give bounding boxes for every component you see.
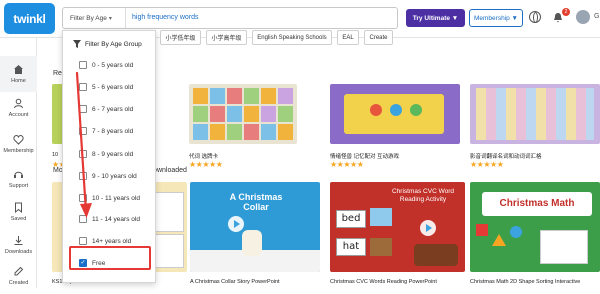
home-icon: [14, 65, 23, 74]
age-option-14-plus[interactable]: 14+ years old: [79, 237, 131, 245]
free-highlight-box: [69, 246, 151, 270]
resource-title[interactable]: 情绪怪兽 记忆配对 互动游戏: [330, 152, 399, 160]
checkbox[interactable]: [79, 61, 87, 69]
thumbnail-title: Christmas Math: [482, 192, 592, 216]
sidebar-item-membership[interactable]: Membership: [0, 126, 37, 162]
resource-title[interactable]: 10: [52, 152, 58, 158]
sidebar-item-account[interactable]: Account: [0, 90, 37, 126]
chip-lower-primary[interactable]: 小学低年级: [160, 30, 201, 45]
age-option-label: 10 - 11 years old: [92, 194, 140, 202]
thumbnail-title: Christmas CVC Word Reading Activity: [391, 188, 454, 203]
age-option-label: 9 - 10 years old: [92, 172, 137, 180]
notification-badge: 2: [562, 8, 570, 16]
chevron-down-icon: ▾: [108, 15, 112, 22]
age-option-label: 14+ years old: [92, 237, 132, 245]
age-option-6-7[interactable]: 6 - 7 years old: [79, 105, 133, 113]
age-option-label: 7 - 8 years old: [92, 127, 134, 135]
age-option-7-8[interactable]: 7 - 8 years old: [79, 127, 133, 135]
sidebar-item-label: Saved: [10, 216, 27, 222]
checkbox[interactable]: [79, 127, 87, 135]
resource-thumbnail[interactable]: [189, 84, 297, 144]
sidebar-item-label: Support: [8, 183, 29, 189]
resource-title[interactable]: 代词 选牌卡: [189, 152, 218, 160]
age-option-8-9[interactable]: 8 - 9 years old: [79, 150, 133, 158]
saved-icon: [15, 202, 22, 213]
resource-thumbnail[interactable]: Christmas CVC Word Reading Activity bed …: [330, 182, 465, 272]
sidebar-item-home[interactable]: Home: [0, 56, 37, 92]
filter-by-age-button[interactable]: Filter By Age ▾: [63, 8, 126, 28]
recent-section-heading: Re: [53, 70, 62, 77]
age-option-label: 11 - 14 years old: [92, 215, 140, 223]
checkbox[interactable]: [79, 83, 87, 91]
checkbox[interactable]: [79, 105, 87, 113]
filter-heading: Filter By Age Group: [73, 40, 142, 48]
twinkl-logo[interactable]: twinkl: [4, 3, 55, 34]
checkbox[interactable]: [79, 172, 87, 180]
globe-icon[interactable]: [529, 11, 541, 23]
account-icon: [14, 98, 23, 109]
age-option-label: 6 - 7 years old: [92, 105, 134, 113]
user-menu-truncated: G: [594, 13, 600, 20]
search-bar: Filter By Age ▾ high frequency words: [62, 7, 398, 29]
filter-icon: [73, 40, 81, 48]
support-icon: [14, 171, 23, 178]
downloads-icon: [14, 236, 23, 245]
chip-eal[interactable]: EAL: [337, 30, 359, 45]
sidebar-item-support[interactable]: Support: [0, 161, 37, 197]
age-option-9-10[interactable]: 9 - 10 years old: [79, 172, 137, 180]
avatar[interactable]: [576, 10, 590, 24]
membership-button[interactable]: Membership ▼: [469, 9, 523, 27]
try-ultimate-button[interactable]: Try Ultimate ▼: [406, 9, 465, 27]
age-option-5-6[interactable]: 5 - 6 years old: [79, 83, 133, 91]
filter-heading-label: Filter By Age Group: [85, 40, 142, 48]
checkbox[interactable]: [79, 215, 87, 223]
checkbox[interactable]: [79, 150, 87, 158]
age-option-0-5[interactable]: 0 - 5 years old: [79, 61, 133, 69]
chip-create[interactable]: Create: [364, 30, 393, 45]
star-rating: ★★★★★: [189, 160, 223, 169]
resource-thumbnail[interactable]: A Christmas Collar: [190, 182, 320, 272]
checkbox[interactable]: [79, 237, 87, 245]
age-option-label: 0 - 5 years old: [92, 61, 134, 69]
resource-thumbnail[interactable]: [470, 84, 600, 144]
sidebar-item-saved[interactable]: Saved: [0, 194, 37, 230]
age-option-label: 8 - 9 years old: [92, 150, 134, 158]
resource-thumbnail[interactable]: [330, 84, 460, 144]
sidebar-item-label: Home: [11, 78, 26, 84]
star-rating: ★★★★★: [470, 160, 504, 169]
age-option-11-14[interactable]: 11 - 14 years old: [79, 215, 140, 223]
cvc-word-card: bed: [336, 210, 366, 228]
chip-upper-primary[interactable]: 小学高年级: [206, 30, 247, 45]
sidebar-item-label: Membership: [3, 148, 34, 154]
checkbox[interactable]: [79, 194, 87, 202]
cvc-word-card: hat: [336, 238, 366, 256]
sidebar-item-created[interactable]: Created: [0, 258, 37, 294]
age-option-label: 5 - 6 years old: [92, 83, 134, 91]
resource-title[interactable]: A Christmas Collar Story PowerPoint: [190, 279, 280, 285]
sidebar-item-label: Created: [8, 280, 29, 286]
membership-icon: [13, 134, 24, 145]
search-input[interactable]: high frequency words: [126, 8, 199, 28]
created-icon: [14, 266, 24, 276]
thumbnail-title: A Christmas Collar: [229, 192, 283, 212]
chip-english-speaking-schools[interactable]: English Speaking Schools: [252, 30, 332, 45]
age-option-10-11[interactable]: 10 - 11 years old: [79, 194, 140, 202]
sidebar-item-label: Account: [8, 112, 29, 118]
filter-by-age-label: Filter By Age: [70, 14, 107, 22]
resource-title[interactable]: 影音词翻译名词和动词词汇格: [470, 152, 542, 160]
resource-title[interactable]: Christmas Math 2D Shape Sorting Interact…: [470, 279, 580, 285]
resource-thumbnail[interactable]: Christmas Math: [470, 182, 600, 272]
play-icon[interactable]: [228, 216, 244, 232]
play-icon[interactable]: [420, 220, 436, 236]
resource-title[interactable]: Christmas CVC Words Reading PowerPoint: [330, 279, 437, 285]
star-rating: ★★★★★: [330, 160, 364, 169]
sidebar-item-label: Downloads: [4, 249, 33, 255]
sidebar: Home Account Membership Support Saved Do…: [0, 38, 37, 288]
